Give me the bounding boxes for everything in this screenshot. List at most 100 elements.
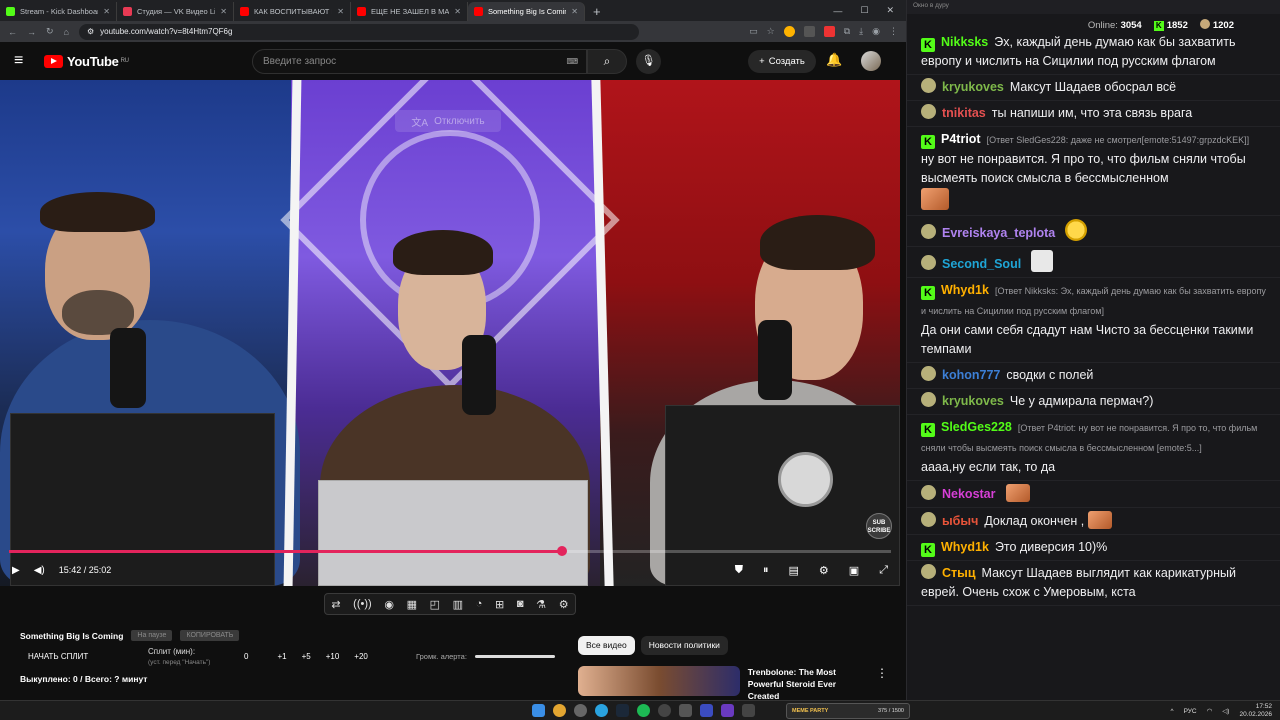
steam-icon[interactable] [616, 704, 629, 717]
split-value[interactable]: 0 [244, 652, 248, 661]
progress-scrubber[interactable] [557, 546, 567, 556]
close-window-icon[interactable]: ✕ [886, 5, 894, 16]
browser-tab[interactable]: КАК ВОСПИТЫВАЮТ БРИТАН✕ [234, 2, 351, 21]
close-tab-icon[interactable]: ✕ [571, 7, 578, 16]
film-icon[interactable]: ▦ [407, 598, 417, 611]
chat-username[interactable]: kryukoves [942, 394, 1004, 408]
chat-username[interactable]: P4triot [941, 132, 981, 146]
extension-icon[interactable] [803, 26, 815, 37]
split-add-button[interactable]: +1 [277, 652, 286, 661]
chat-username[interactable]: Nekostar [942, 487, 996, 501]
chat-username[interactable]: SledGes228 [941, 420, 1012, 434]
forward-icon[interactable]: → [27, 27, 36, 37]
gear-icon[interactable]: ⚙ [559, 598, 569, 611]
app-icon[interactable] [742, 704, 755, 717]
back-icon[interactable]: ← [8, 27, 17, 37]
windows-start-icon[interactable] [532, 704, 545, 717]
video-player[interactable]: 文A Отключить SUB SCRIBE ▶ ◀) 15:42 / 25:0… [0, 80, 900, 586]
split-add-button[interactable]: +5 [302, 652, 311, 661]
start-split-button[interactable]: НАЧАТЬ СПЛИТ [28, 652, 88, 661]
chat-username[interactable]: Whyd1k [941, 540, 989, 554]
miniplayer-icon[interactable]: ▣ [849, 564, 859, 577]
sponsor-shield-icon[interactable]: ⛊ [735, 564, 743, 577]
video-progress-bar[interactable] [9, 546, 891, 556]
loop-icon[interactable]: ⇄ [331, 598, 340, 611]
home-icon[interactable]: ⌂ [64, 27, 69, 37]
browser-tab[interactable]: Stream - Kick Dashboard ✕ [0, 2, 117, 21]
browser-tab[interactable]: Студия — VK Видео Live ✕ [117, 2, 234, 21]
chat-username[interactable]: tnikitas [942, 106, 986, 120]
flask-icon[interactable]: ⚗ [536, 598, 546, 611]
search-input[interactable]: Введите запрос ⌨ [252, 49, 587, 74]
subtitles-icon[interactable]: ▤ [789, 564, 799, 577]
app-icon[interactable] [679, 704, 692, 717]
browser-tab-active[interactable]: Something Big Is Coming - You✕ [468, 2, 585, 21]
voice-search-icon[interactable]: 🎙 [636, 49, 661, 74]
settings-gear-icon[interactable]: ⚙ [819, 564, 829, 577]
create-button[interactable]: + Создать [748, 50, 816, 73]
clock[interactable]: 17:52 20.02.2026 [1239, 703, 1272, 719]
keyboard-icon[interactable]: ⌨ [566, 57, 578, 66]
download-icon[interactable]: ⤓ [859, 26, 863, 37]
close-tab-icon[interactable]: ✕ [454, 7, 461, 16]
status-pill[interactable]: На паузе [131, 630, 173, 641]
close-tab-icon[interactable]: ✕ [103, 7, 110, 16]
menu-dots-icon[interactable]: ⋮ [889, 26, 898, 37]
recommended-title[interactable]: Trenbolone: The Most Powerful Steroid Ev… [748, 666, 868, 701]
chat-username[interactable]: kohon777 [942, 368, 1000, 382]
fullscreen-icon[interactable]: ⤢ [879, 564, 888, 577]
volume-icon[interactable]: ◀) [34, 565, 45, 576]
spotify-icon[interactable] [637, 704, 650, 717]
minimize-icon[interactable]: — [833, 6, 842, 16]
close-tab-icon[interactable]: ✕ [337, 7, 344, 16]
chat-username[interactable]: Evreiskaya_teplota [942, 226, 1055, 240]
wifi-icon[interactable]: ◠ [1207, 707, 1213, 715]
notifications-bell-icon[interactable]: 🔔 [826, 52, 842, 68]
speaker-icon[interactable]: ◁) [1222, 707, 1229, 715]
profile-icon[interactable]: ◉ [872, 26, 880, 37]
speed-icon[interactable]: ◔ [476, 598, 483, 610]
url-field[interactable]: ⚙ youtube.com/watch?v=8t4Htm7QF6g [78, 23, 639, 40]
hamburger-menu-icon[interactable]: ≡ [14, 52, 44, 70]
tray-chevron-icon[interactable]: ^ [1171, 708, 1174, 715]
chat-username[interactable]: Second_Soul [942, 257, 1021, 271]
youtube-logo[interactable]: YouTube RU [44, 54, 129, 69]
more-options-icon[interactable]: ⋮ [876, 666, 888, 694]
meme-party-widget[interactable]: MEME PARTY 375 / 1500 [786, 703, 910, 719]
recommended-thumbnail[interactable] [578, 666, 740, 696]
captions-overlay[interactable]: 文A Отключить [395, 110, 501, 132]
broadcast-icon[interactable]: ((•)) [353, 598, 372, 610]
bookmark-star-icon[interactable]: ☆ [767, 26, 775, 37]
split-add-button[interactable]: +20 [354, 652, 368, 661]
close-tab-icon[interactable]: ✕ [220, 7, 227, 16]
chat-username[interactable]: Nikksks [941, 35, 988, 49]
chat-username[interactable]: Стыц [942, 566, 976, 580]
chip-politics-news[interactable]: Новости политики [640, 636, 728, 655]
browser-tab[interactable]: ЕЩЕ НЕ ЗАШЕЛ В MAX, А ДАЛ✕ [351, 2, 468, 21]
camera-icon[interactable]: ◙ [517, 598, 524, 610]
extension-icon[interactable] [823, 26, 835, 37]
eye-icon[interactable]: ◉ [384, 598, 394, 611]
play-icon[interactable]: ▶ [12, 565, 20, 576]
extension-icon[interactable] [783, 26, 795, 37]
lang-indicator[interactable]: РУС [1184, 708, 1197, 715]
search-button[interactable]: ⌕ [587, 49, 627, 74]
alert-volume-slider[interactable] [474, 655, 555, 658]
pip-icon[interactable]: ◰ [430, 598, 440, 611]
recommended-video[interactable]: Trenbolone: The Most Powerful Steroid Ev… [578, 666, 888, 701]
autoplay-toggle-icon[interactable]: ⏸ [763, 564, 769, 577]
telegram-icon[interactable] [595, 704, 608, 717]
reload-icon[interactable]: ↻ [46, 26, 54, 37]
new-tab-icon[interactable]: + [585, 2, 609, 21]
subscribe-watermark[interactable]: SUB SCRIBE [866, 513, 892, 539]
puzzle-icon[interactable]: ⧉ [844, 26, 850, 37]
chip-all-videos[interactable]: Все видео [578, 636, 635, 655]
avatar[interactable] [861, 51, 881, 71]
chat-username[interactable]: ыбыч [942, 514, 978, 528]
app-icon[interactable] [700, 704, 713, 717]
obs-icon[interactable] [658, 704, 671, 717]
app-icon[interactable] [574, 704, 587, 717]
maximize-icon[interactable]: ☐ [860, 5, 868, 16]
copy-pill[interactable]: КОПИРОВАТЬ [180, 630, 240, 641]
chat-username[interactable]: Whyd1k [941, 283, 989, 297]
